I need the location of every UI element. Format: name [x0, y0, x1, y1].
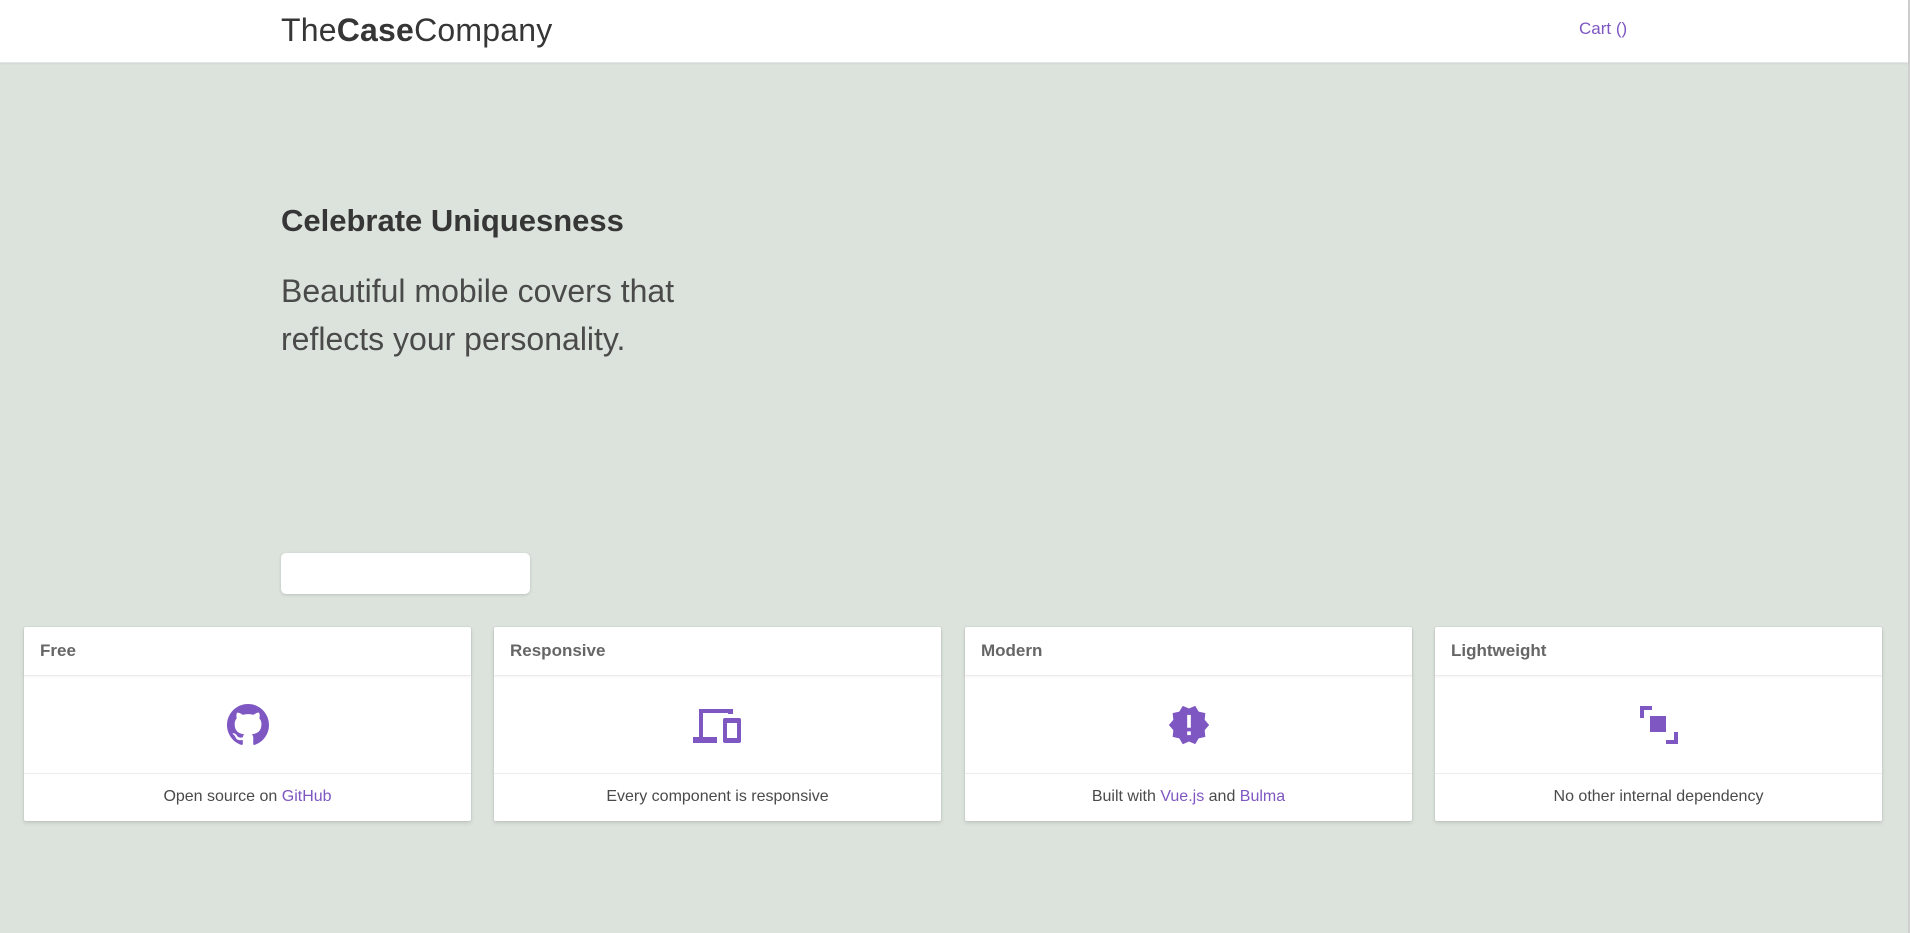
vuejs-link[interactable]: Vue.js [1160, 788, 1204, 806]
card-header-title: Lightweight [1435, 627, 1882, 676]
card-footer-text: No other internal dependency [1553, 788, 1764, 805]
card-footer: Open source on GitHub [24, 774, 471, 820]
card-body [24, 676, 471, 774]
hero-subtitle: Beautiful mobile covers that reflects yo… [281, 273, 675, 357]
brand-logo[interactable]: TheCaseCompany [281, 12, 552, 49]
card-footer-text-middle: and [1208, 788, 1236, 805]
navbar: TheCaseCompany Cart () [0, 0, 1908, 63]
github-icon [226, 703, 269, 746]
card-body [494, 676, 941, 774]
shrink-icon [1638, 704, 1680, 746]
hero-cta-button[interactable] [281, 553, 530, 594]
feature-card-responsive: Responsive Every component is responsive [494, 627, 941, 821]
card-footer: Built with Vue.js and Bulma [965, 774, 1412, 820]
card-footer-text: Open source on [163, 788, 278, 805]
page: TheCaseCompany Cart () Celebrate Uniques… [0, 0, 1910, 933]
card-footer: Every component is responsive [494, 774, 941, 820]
card-footer: No other internal dependency [1435, 774, 1882, 820]
card-footer-text: Every component is responsive [606, 788, 829, 805]
brand-part-company: Company [414, 12, 553, 48]
bulma-link[interactable]: Bulma [1240, 788, 1285, 806]
brand-part-the: The [281, 12, 337, 48]
new-badge-icon [1167, 703, 1211, 747]
feature-card-free: Free Open source on GitHub [24, 627, 471, 821]
feature-card-modern: Modern Built with Vue.js and Bulma [965, 627, 1412, 821]
card-footer-text-prefix: Built with [1091, 788, 1156, 805]
devices-icon [692, 705, 743, 745]
hero-section: Celebrate Uniquesness Beautiful mobile c… [0, 63, 1908, 933]
hero-title: Celebrate Uniquesness [281, 203, 624, 238]
card-body [965, 676, 1412, 774]
brand-part-case: Case [336, 12, 415, 48]
card-body [1435, 676, 1882, 774]
card-header-title: Modern [965, 627, 1412, 676]
card-header-title: Responsive [494, 627, 941, 676]
cart-link[interactable]: Cart () [1579, 19, 1627, 39]
feature-card-lightweight: Lightweight No other internal dependency [1435, 627, 1882, 821]
github-link[interactable]: GitHub [282, 788, 332, 806]
card-header-title: Free [24, 627, 471, 676]
